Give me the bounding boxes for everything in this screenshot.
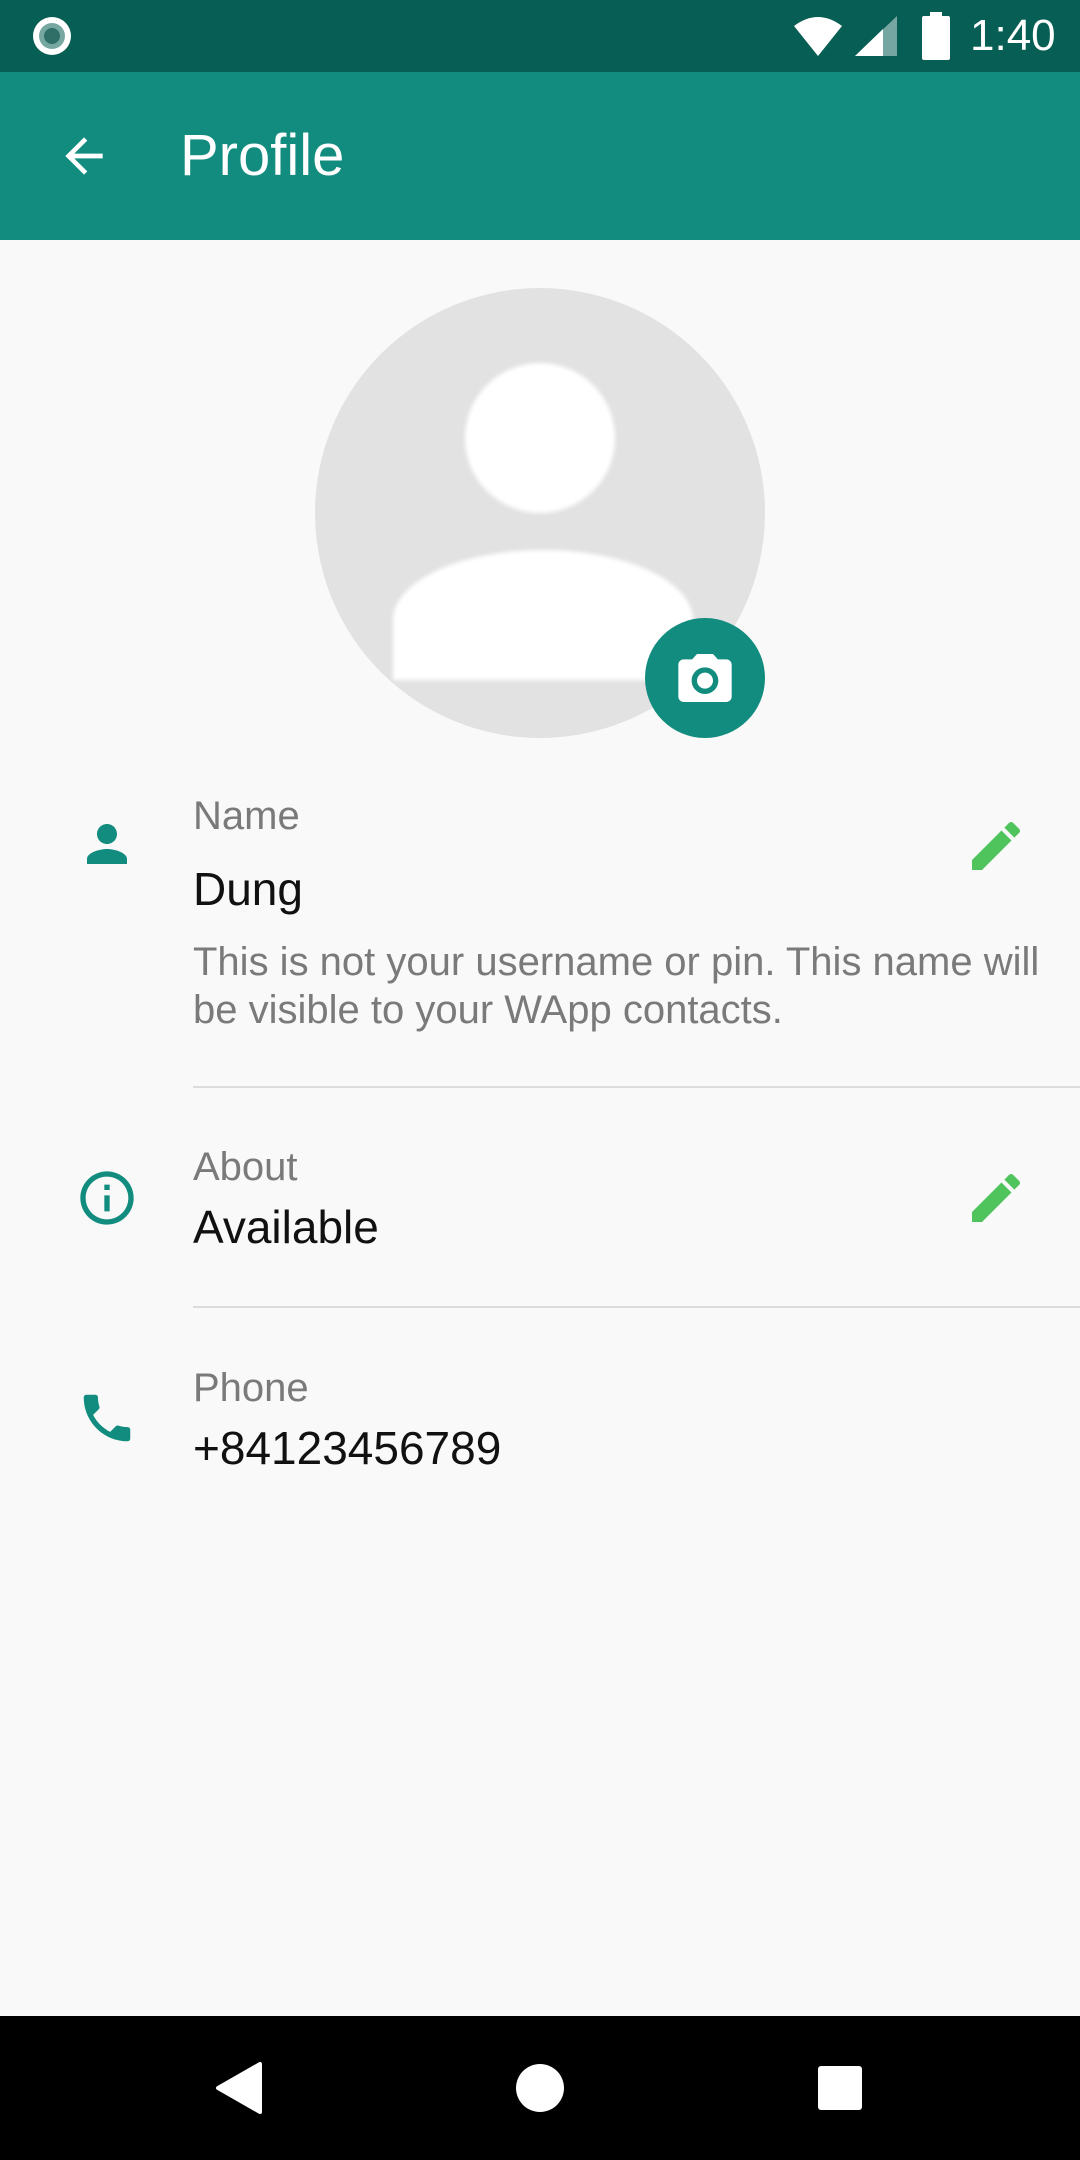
- back-triangle-icon: [216, 2062, 262, 2114]
- name-hint: This is not your username or pin. This n…: [193, 940, 1040, 1032]
- name-value[interactable]: Dung: [193, 862, 303, 916]
- nav-back-button[interactable]: [196, 2044, 284, 2132]
- arrow-back-icon: [65, 137, 103, 175]
- camera-icon: [678, 654, 732, 702]
- wifi-icon: [794, 17, 842, 56]
- notification-icon: [33, 17, 71, 55]
- name-label: Name: [193, 794, 300, 838]
- battery-icon: [922, 12, 950, 60]
- nav-home-button[interactable]: [496, 2044, 584, 2132]
- about-value[interactable]: Available: [193, 1200, 379, 1254]
- signal-icon: [855, 16, 897, 56]
- back-button[interactable]: [40, 112, 128, 200]
- pencil-icon: [972, 1173, 1021, 1222]
- avatar-head-shape: [465, 363, 615, 513]
- edit-name-button[interactable]: [960, 810, 1032, 882]
- home-circle-icon: [516, 2064, 564, 2112]
- phone-value: +84123456789: [193, 1422, 502, 1474]
- pencil-icon: [972, 821, 1021, 870]
- nav-recents-button[interactable]: [796, 2044, 884, 2132]
- app-bar: Profile: [0, 72, 1080, 240]
- phone-icon: [75, 1386, 139, 1450]
- status-bar: 1:40: [0, 0, 1080, 72]
- page-title: Profile: [180, 123, 345, 188]
- edit-about-button[interactable]: [960, 1162, 1032, 1234]
- system-nav-bar: [0, 2016, 1080, 2160]
- divider: [193, 1086, 1080, 1088]
- about-label: About: [193, 1145, 298, 1189]
- status-time: 1:40: [970, 11, 1056, 60]
- recents-square-icon: [818, 2066, 862, 2110]
- person-icon: [75, 812, 139, 876]
- phone-label: Phone: [193, 1366, 309, 1410]
- divider: [193, 1306, 1080, 1308]
- info-icon: [75, 1166, 139, 1230]
- change-photo-button[interactable]: [645, 618, 765, 738]
